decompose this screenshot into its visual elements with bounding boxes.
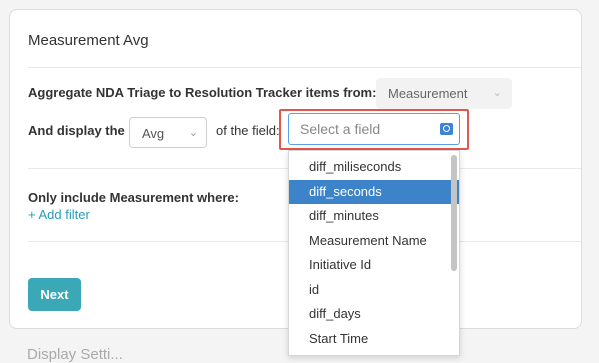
next-button[interactable]: Next	[28, 278, 81, 311]
dropdown-item[interactable]: Initiative Id	[289, 253, 459, 278]
display-settings-heading: Display Setti...	[27, 346, 123, 363]
dropdown-item[interactable]: Start Time	[289, 327, 459, 352]
dropdown-item[interactable]: Measurement Name	[289, 229, 459, 254]
dropdown-scrollbar[interactable]	[451, 155, 457, 271]
dropdown-item[interactable]: diff_days	[289, 302, 459, 327]
source-select-value: Measurement	[388, 86, 468, 101]
divider	[28, 67, 581, 68]
dropdown-item-selected[interactable]: diff_seconds	[289, 179, 459, 204]
card-title: Measurement Avg	[28, 32, 149, 49]
filter-label: Only include Measurement where:	[28, 190, 239, 205]
source-select: Measurement ⌄	[376, 78, 512, 109]
add-filter-link[interactable]: + Add filter	[28, 207, 90, 222]
display-label: And display the	[28, 123, 125, 138]
aggregation-select[interactable]: Avg ⌄	[129, 117, 207, 148]
aggregate-label: Aggregate NDA Triage to Resolution Track…	[28, 85, 377, 100]
dropdown-item[interactable]: diff_minutes	[289, 204, 459, 229]
dropdown-item[interactable]: id	[289, 278, 459, 303]
chevron-down-icon: ⌄	[188, 127, 198, 139]
field-dropdown: diff_miliseconds diff_seconds diff_minut…	[288, 150, 460, 356]
dropdown-item[interactable]: diff_miliseconds	[289, 155, 459, 180]
aggregation-select-value: Avg	[142, 126, 165, 141]
of-field-label: of the field:	[216, 123, 280, 138]
chevron-down-icon: ⌄	[492, 87, 502, 99]
highlight-box	[279, 109, 469, 150]
